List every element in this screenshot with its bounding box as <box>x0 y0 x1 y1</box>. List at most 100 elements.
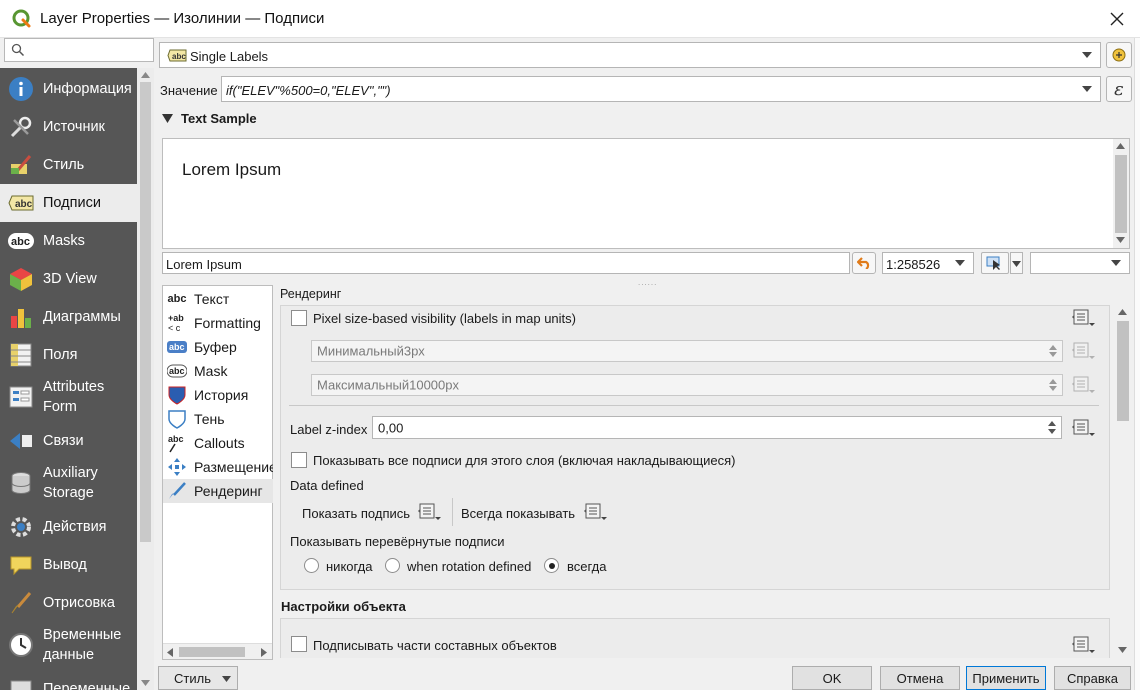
pixel-visibility-dd-button[interactable] <box>1069 307 1097 329</box>
close-window-button[interactable] <box>1094 0 1140 38</box>
close-icon <box>1110 12 1124 26</box>
sidebar-item-display[interactable]: Вывод <box>0 546 137 584</box>
scale-value: 1:258526 <box>886 257 941 272</box>
style-menu-button[interactable]: Стиль <box>158 666 238 690</box>
reset-sample-button[interactable] <box>852 252 876 274</box>
zindex-dd-button[interactable] <box>1069 417 1097 439</box>
scale-combo[interactable]: 1:258526 <box>882 252 974 274</box>
spin-arrows[interactable] <box>1046 343 1060 359</box>
sidebar-item-information[interactable]: Информация <box>0 70 137 108</box>
show-label-text: Показать подпись <box>302 506 411 521</box>
upside-always-radio[interactable] <box>544 558 559 573</box>
sample-text-input[interactable]: Lorem Ipsum <box>162 252 850 274</box>
divider <box>289 405 1099 406</box>
tree-item-callouts[interactable]: abc Callouts <box>163 431 273 455</box>
tree-item-background[interactable]: История <box>163 383 273 407</box>
scale-menu-button[interactable] <box>1010 252 1023 274</box>
sidebar: Информация Источник Стиль abc Подписи ab… <box>0 68 137 690</box>
tree-item-placement[interactable]: Размещение <box>163 455 273 479</box>
data-defined-icon <box>1072 309 1095 326</box>
pixel-visibility-label: Pixel size-based visibility (labels in m… <box>313 311 576 326</box>
sidebar-item-masks[interactable]: abc Masks <box>0 222 137 260</box>
svg-text:abc: abc <box>168 434 184 444</box>
data-defined-icon <box>1072 342 1095 359</box>
tree-item-text[interactable]: abc Текст <box>163 287 273 311</box>
scroll-down-icon <box>1116 237 1125 243</box>
background-window-edge <box>1134 38 1140 690</box>
callouts-icon: abc <box>167 433 187 453</box>
label-parts-checkbox[interactable] <box>291 636 307 652</box>
sidebar-item-variables[interactable]: Переменные <box>0 670 137 690</box>
upside-always-label: всегда <box>567 559 607 574</box>
rendering-section-title: Рендеринг <box>280 287 342 301</box>
tree-item-formatting[interactable]: +ab < c Formatting <box>163 311 273 335</box>
scroll-down-icon <box>1118 647 1127 653</box>
sidebar-item-temporal[interactable]: Временные данные <box>0 622 137 668</box>
label-mode-combo[interactable]: abc Single Labels <box>159 42 1101 68</box>
label-parts-dd-button[interactable] <box>1069 634 1097 656</box>
max-scale-spinbox[interactable]: Максимальный10000px <box>311 374 1063 396</box>
expression-builder-button[interactable]: ε <box>1106 76 1132 102</box>
cancel-button[interactable]: Отмена <box>880 666 960 690</box>
sidebar-item-attributes-form[interactable]: Attributes Form <box>0 374 137 420</box>
rendering-panel: Pixel size-based visibility (labels in m… <box>280 305 1110 590</box>
upside-never-radio[interactable] <box>304 558 319 573</box>
min-scale-dd-button[interactable] <box>1069 340 1097 362</box>
sidebar-item-actions[interactable]: Действия <box>0 508 137 546</box>
sidebar-item-source[interactable]: Источник <box>0 108 137 146</box>
sample-scrollbar[interactable] <box>1113 139 1129 248</box>
spin-arrows[interactable] <box>1045 419 1059 436</box>
tree-item-mask[interactable]: abc Mask <box>163 359 273 383</box>
form-icon <box>8 384 34 410</box>
feature-options-title: Настройки объекта <box>281 599 406 614</box>
sidebar-scroll-thumb[interactable] <box>140 82 151 542</box>
sidebar-item-auxiliary-storage[interactable]: Auxiliary Storage <box>0 460 137 506</box>
tree-item-buffer[interactable]: abc Буфер <box>163 335 273 359</box>
spin-arrows[interactable] <box>1046 377 1060 393</box>
settings-scroll-thumb[interactable] <box>1117 321 1129 421</box>
always-show-dd-button[interactable] <box>581 501 609 523</box>
tree-scroll-thumb[interactable] <box>179 647 245 657</box>
sidebar-item-3d-view[interactable]: 3D View <box>0 260 137 298</box>
splitter-handle[interactable]: ...... <box>638 278 657 287</box>
tree-hscrollbar[interactable] <box>163 643 272 659</box>
tree-item-shadow[interactable]: Тень <box>163 407 273 431</box>
display-bubble-icon <box>8 552 34 578</box>
sidebar-item-fields[interactable]: Поля <box>0 336 137 374</box>
placement-icon <box>167 457 187 477</box>
apply-button[interactable]: Применить <box>966 666 1046 690</box>
background-color-combo[interactable] <box>1030 252 1130 274</box>
collapse-triangle-icon[interactable] <box>162 114 173 123</box>
min-scale-spinbox[interactable]: Минимальный3px <box>311 340 1063 362</box>
epsilon-icon: ε <box>1114 78 1124 100</box>
upside-when-rotation-radio[interactable] <box>385 558 400 573</box>
sidebar-item-rendering[interactable]: Отрисовка <box>0 584 137 622</box>
sidebar-item-joins[interactable]: Связи <box>0 422 137 460</box>
sidebar-item-diagrams[interactable]: Диаграммы <box>0 298 137 336</box>
sidebar-search-input[interactable] <box>4 38 154 62</box>
sample-scroll-thumb[interactable] <box>1115 155 1127 233</box>
tree-item-rendering[interactable]: Рендеринг <box>163 479 273 503</box>
label-expression-combo[interactable]: if("ELEV"%500=0,"ELEV","") <box>221 76 1101 102</box>
sidebar-item-labels[interactable]: abc Подписи <box>0 184 137 222</box>
auto-placement-button[interactable] <box>1106 42 1132 68</box>
cube-3d-icon <box>8 266 34 292</box>
sidebar-item-style[interactable]: Стиль <box>0 146 137 184</box>
help-button[interactable]: Справка <box>1054 666 1131 690</box>
sidebar-scrollbar[interactable] <box>137 68 154 690</box>
data-defined-icon <box>1072 636 1095 653</box>
label-parts-label: Подписывать части составных объектов <box>313 638 557 653</box>
settings-scrollbar[interactable] <box>1115 305 1131 658</box>
show-label-dd-button[interactable] <box>415 501 443 523</box>
feature-options-panel: Подписывать части составных объектов <box>280 618 1110 658</box>
map-canvas-scale-button[interactable] <box>981 252 1009 274</box>
max-scale-dd-button[interactable] <box>1069 374 1097 396</box>
pixel-visibility-checkbox[interactable] <box>291 310 307 326</box>
zindex-spinbox[interactable]: 0,00 <box>372 416 1062 439</box>
ok-button[interactable]: OK <box>792 666 872 690</box>
cursor-select-icon <box>986 256 1000 270</box>
data-defined-label: Data defined <box>290 478 364 493</box>
search-icon <box>11 43 25 57</box>
show-all-labels-checkbox[interactable] <box>291 452 307 468</box>
text-sample-preview: Lorem Ipsum <box>162 138 1130 249</box>
